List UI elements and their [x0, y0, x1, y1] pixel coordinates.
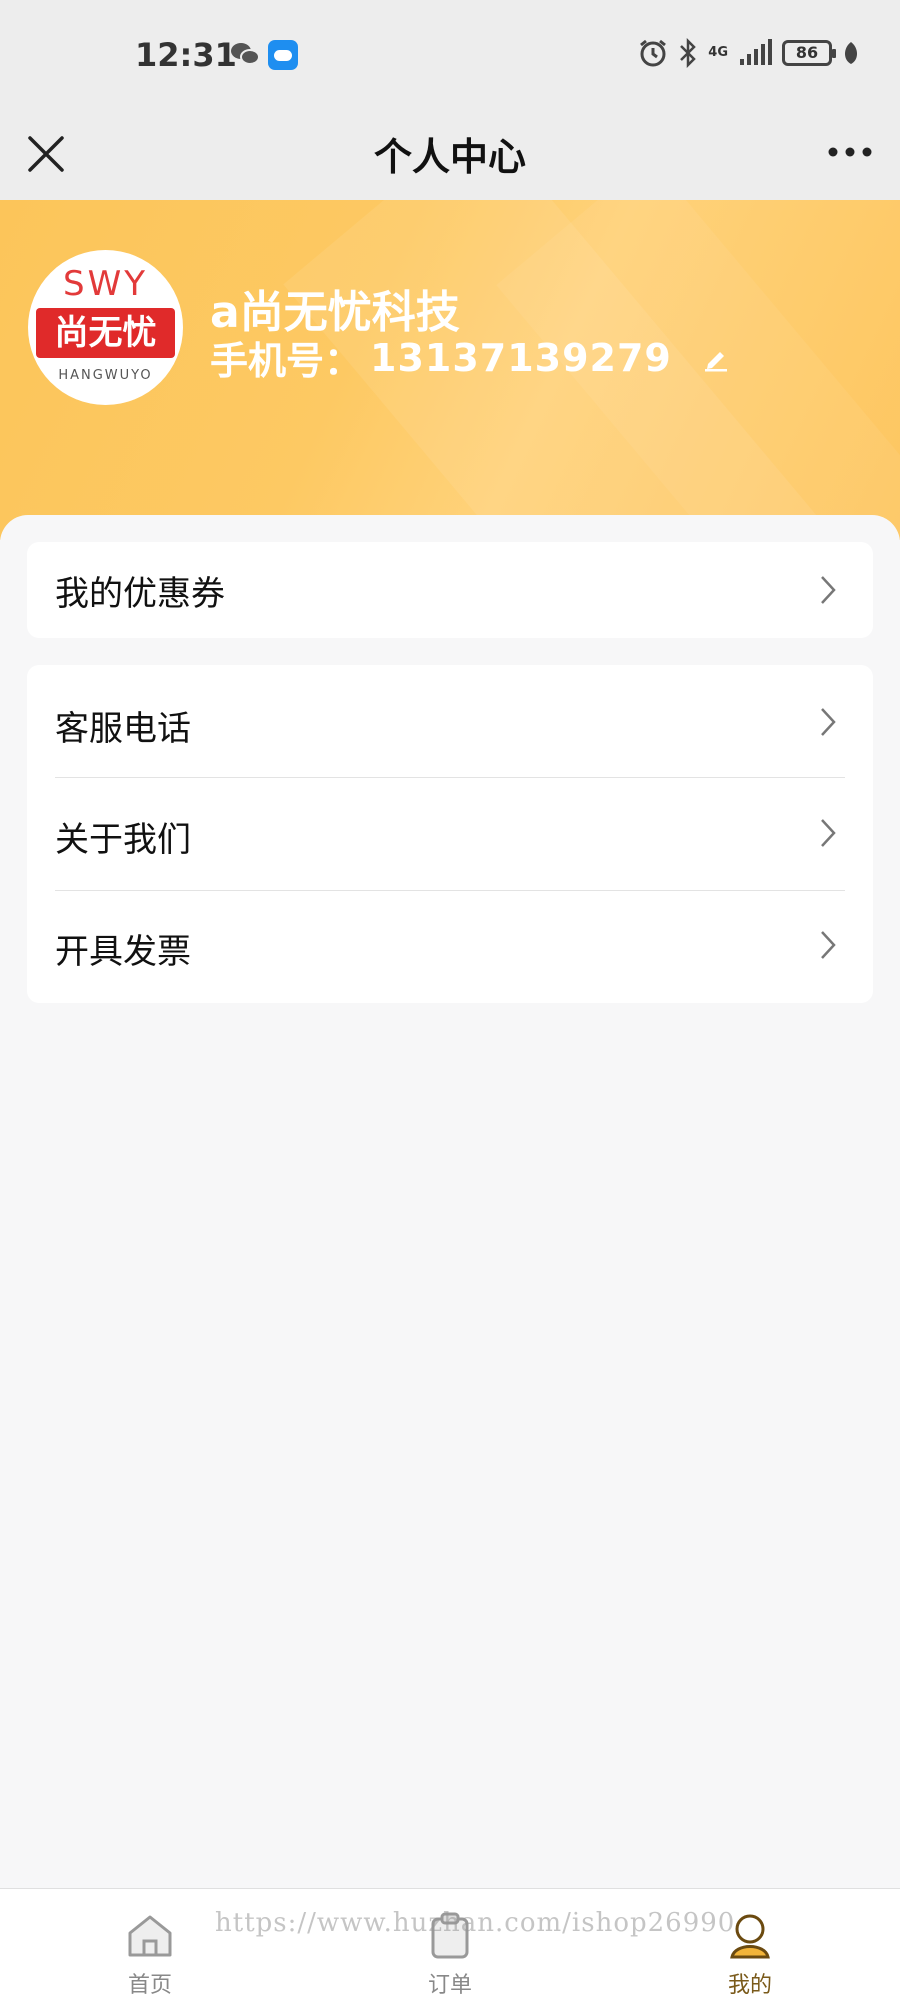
battery-icon: 86 [782, 40, 836, 66]
logo-main-text: 尚无忧 [36, 308, 175, 358]
tab-label: 订单 [427, 1973, 472, 1998]
phone-row: 手机号： 13137139279 [210, 330, 730, 385]
menu-card: 客服电话 关于我们 开具发票 [27, 665, 873, 1003]
phone-label: 手机号： [210, 339, 363, 383]
menu-item-coupons[interactable]: 我的优惠券 [27, 542, 873, 638]
tab-home[interactable]: 首页 [70, 1889, 230, 2000]
phone-number: 13137139279 [370, 335, 672, 380]
logo-top-text: SWY [63, 264, 148, 304]
coupon-card: 我的优惠券 [27, 542, 873, 638]
wechat-icon [231, 43, 260, 65]
tab-mine[interactable]: 我的 [670, 1889, 830, 2000]
menu-item-customer-service[interactable]: 客服电话 [27, 665, 873, 777]
avatar[interactable]: SWY 尚无忧 HANGWUYO [28, 250, 183, 405]
leaf-icon [845, 42, 857, 64]
menu-item-about-us[interactable]: 关于我们 [27, 778, 873, 890]
home-icon [128, 1915, 172, 1957]
profile-header: SWY 尚无忧 HANGWUYO a尚无忧科技 手机号： 13137139279 [0, 200, 900, 540]
status-time: 12:31 [135, 36, 237, 74]
status-right: 4G 86 [638, 38, 860, 68]
alarm-icon [640, 39, 667, 67]
status-bar: 12:31 4G 86 [0, 0, 900, 110]
page-title: 个人中心 [373, 135, 526, 179]
chevron-right-icon [821, 576, 836, 604]
chevron-right-icon [821, 708, 836, 736]
chevron-right-icon [821, 931, 836, 959]
menu-item-label: 客服电话 [55, 709, 191, 749]
watermark: https://www.huzhan.com/ishop26990 [215, 1908, 736, 1938]
weather-icon [268, 40, 298, 70]
content-sheet: 我的优惠券 客服电话 关于我们 开具发票 [0, 515, 900, 1890]
tab-bar: 首页 订单 我的 [0, 1888, 900, 2000]
tab-label: 我的 [727, 1973, 772, 1998]
logo-bottom-text: HANGWUYO [58, 368, 153, 383]
menu-item-label: 开具发票 [55, 932, 191, 972]
menu-item-label: 关于我们 [55, 820, 191, 860]
chevron-right-icon [821, 819, 836, 847]
bluetooth-icon [680, 38, 697, 68]
menu-item-label: 我的优惠券 [55, 574, 225, 614]
tab-orders[interactable]: 订单 [370, 1889, 530, 2000]
network-label: 4G [708, 45, 728, 60]
more-icon[interactable] [825, 132, 875, 172]
menu-item-invoice[interactable]: 开具发票 [27, 891, 873, 1003]
tab-label: 首页 [127, 1973, 172, 1998]
status-app-icons [230, 40, 298, 70]
signal-icon [740, 39, 772, 65]
edit-icon[interactable] [702, 344, 730, 372]
nav-bar: 个人中心 [0, 110, 900, 200]
